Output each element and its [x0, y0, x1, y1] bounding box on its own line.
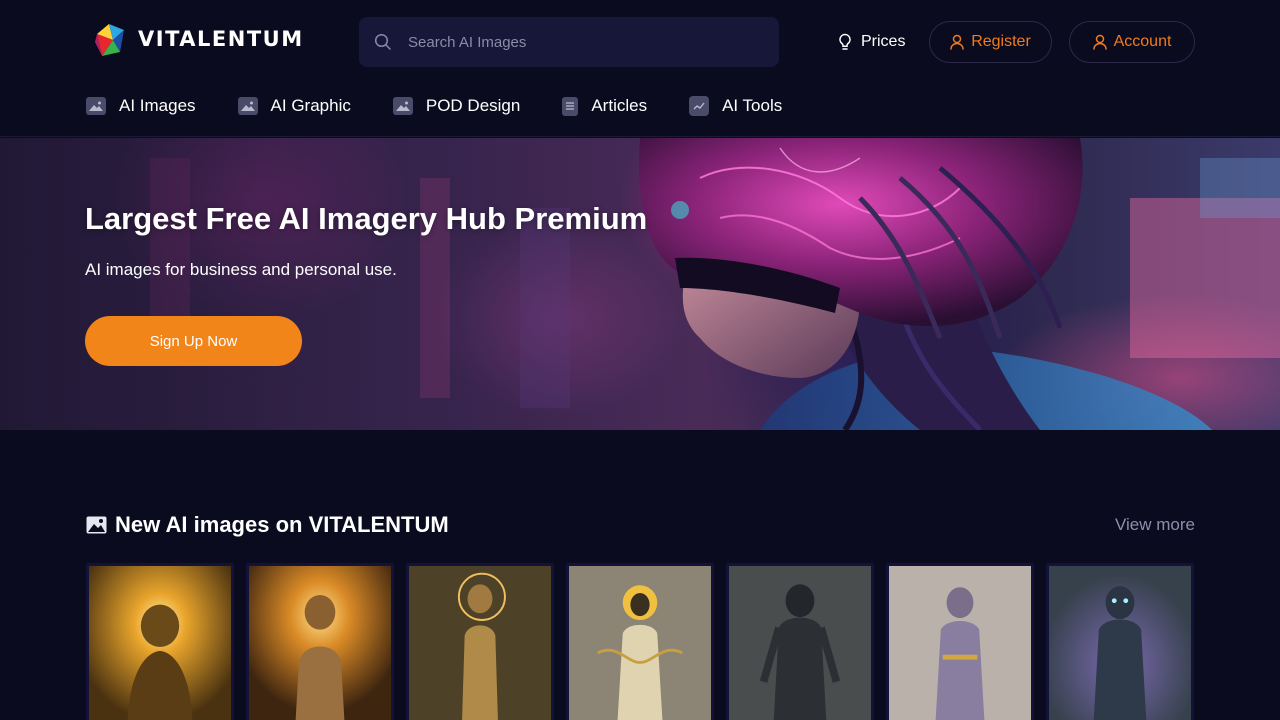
nav-label: POD Design: [425, 96, 521, 115]
gallery-thumbnail-4[interactable]: [566, 563, 714, 720]
sign-up-button[interactable]: Sign Up Now: [85, 316, 302, 366]
user-icon: [1092, 34, 1107, 50]
gallery-thumbnail-5[interactable]: [726, 563, 874, 720]
mummy-figure-image: [889, 566, 1031, 720]
image-icon: [86, 516, 107, 534]
new-images-header: New AI images on VITALENTUM View more: [86, 510, 1195, 540]
image-icon: [392, 97, 413, 115]
main-nav: AI Images AI Graphic POD Design Articles…: [86, 90, 824, 122]
lightbulb-icon: [839, 33, 851, 50]
nav-label: AI Images: [119, 96, 196, 115]
search-bar[interactable]: [359, 17, 779, 67]
hero-subtitle: AI images for business and personal use.: [85, 260, 397, 279]
nav-label: Articles: [591, 96, 648, 115]
nav-item-pod-design[interactable]: POD Design: [392, 96, 521, 116]
hero-cyborg-illustration: [0, 138, 1280, 430]
nav-item-ai-tools[interactable]: AI Tools: [689, 96, 782, 116]
nav-item-ai-images[interactable]: AI Images: [86, 96, 196, 116]
gallery-thumbnail-7[interactable]: [1046, 563, 1194, 720]
gallery-thumbnail-3[interactable]: [406, 563, 554, 720]
mummy-warrior-image: [729, 566, 871, 720]
register-label: Register: [971, 33, 1031, 50]
nav-item-ai-graphic[interactable]: AI Graphic: [237, 96, 351, 116]
nav-label: AI Graphic: [270, 96, 351, 115]
image-icon: [86, 97, 106, 115]
brand-name: VITALENTUM: [138, 27, 304, 51]
prices-link[interactable]: Prices: [838, 27, 905, 57]
gallery-thumbnail-6[interactable]: [886, 563, 1034, 720]
account-label: Account: [1113, 33, 1172, 50]
site-header: VITALENTUM Prices Register Account: [0, 0, 1280, 137]
chart-icon: [689, 96, 710, 116]
brand-logo[interactable]: VITALENTUM: [92, 18, 304, 60]
image-gallery: [86, 563, 1195, 720]
search-input[interactable]: [408, 27, 748, 57]
prices-label: Prices: [861, 33, 906, 50]
section-title: New AI images on VITALENTUM: [86, 512, 449, 538]
user-icon: [950, 34, 964, 50]
document-icon: [562, 96, 579, 116]
register-button[interactable]: Register: [929, 21, 1052, 63]
search-icon: [374, 33, 391, 50]
hero-title: Largest Free AI Imagery Hub Premium: [85, 201, 648, 236]
nav-label: AI Tools: [722, 96, 783, 115]
mummy-figure-image: [249, 566, 391, 720]
gallery-thumbnail-2[interactable]: [246, 563, 394, 720]
gallery-thumbnail-1[interactable]: [86, 563, 234, 720]
logo-mark-icon: [95, 24, 124, 56]
pharaoh-figure-image: [569, 566, 711, 720]
section-title-text: New AI images on VITALENTUM: [115, 512, 449, 537]
account-button[interactable]: Account: [1069, 21, 1195, 63]
image-icon: [237, 97, 258, 115]
nav-item-articles[interactable]: Articles: [562, 96, 647, 116]
hero-banner: Largest Free AI Imagery Hub Premium AI i…: [0, 138, 1280, 430]
mummy-figure-image: [409, 566, 551, 720]
mummy-figure-image: [89, 566, 231, 720]
view-more-link[interactable]: View more: [1115, 515, 1195, 535]
mummy-aura-image: [1049, 566, 1191, 720]
